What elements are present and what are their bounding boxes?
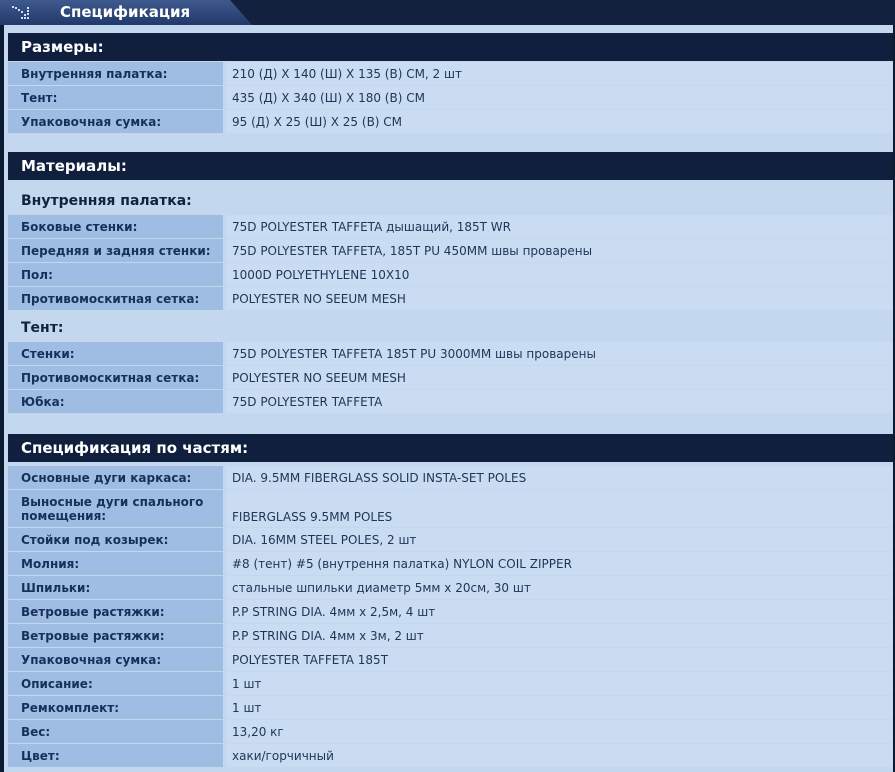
row-label: Боковые стенки:: [8, 215, 223, 238]
row-value: 75D POLYESTER TAFFETA 185T PU 3000MM швы…: [226, 342, 893, 365]
row-value: #8 (тент) #5 (внутрення палатка) NYLON C…: [226, 552, 893, 575]
row-value: DIA. 16MM STEEL POLES, 2 шт: [226, 528, 893, 551]
table-row: Упаковочная сумка: 95 (Д) X 25 (Ш) X 25 …: [8, 110, 893, 133]
row-value: FIBERGLASS 9.5MM POLES: [226, 490, 893, 527]
table-row: Противомоскитная сетка: POLYESTER NO SEE…: [8, 366, 893, 389]
table-row: Внутренняя палатка: 210 (Д) X 140 (Ш) X …: [8, 62, 893, 85]
spec-content: Размеры: Внутренняя палатка: 210 (Д) X 1…: [4, 25, 893, 772]
table-row: Основные дуги каркаса: DIA. 9.5MM FIBERG…: [8, 466, 893, 489]
row-label: Ветровые растяжки:: [8, 624, 223, 647]
row-value: DIA. 9.5MM FIBERGLASS SOLID INSTA-SET PO…: [226, 466, 893, 489]
table-row: Пол: 1000D POLYETHYLENE 10X10: [8, 263, 893, 286]
table-row: Молния: #8 (тент) #5 (внутрення палатка)…: [8, 552, 893, 575]
row-label: Тент:: [8, 86, 223, 109]
title-bar: Спецификация: [0, 0, 895, 25]
table-row: Противомоскитная сетка: POLYESTER NO SEE…: [8, 287, 893, 310]
row-label: Противомоскитная сетка:: [8, 366, 223, 389]
row-value: POLYESTER NO SEEUM MESH: [226, 366, 893, 389]
row-label: Упаковочная сумка:: [8, 648, 223, 671]
table-row: Стойки под козырек: DIA. 16MM STEEL POLE…: [8, 528, 893, 551]
subsection-title: Тент:: [21, 320, 64, 336]
row-value: 75D POLYESTER TAFFETA, 185T PU 450MM швы…: [226, 239, 893, 262]
row-label: Передняя и задняя стенки:: [8, 239, 223, 262]
row-label: Внутренняя палатка:: [8, 62, 223, 85]
row-value: 1 шт: [226, 696, 893, 719]
spec-panel: Спецификация Размеры: Внутренняя палатка…: [0, 0, 895, 772]
section-header-dimensions: Размеры:: [8, 33, 893, 61]
table-row: Упаковочная сумка: POLYESTER TAFFETA 185…: [8, 648, 893, 671]
row-value: P.P STRING DIA. 4мм х 2,5м, 4 шт: [226, 600, 893, 623]
table-row: Вес: 13,20 кг: [8, 720, 893, 743]
row-value: 95 (Д) X 25 (Ш) X 25 (В) СМ: [226, 110, 893, 133]
section-header-materials: Материалы:: [8, 152, 893, 180]
table-row: Ветровые растяжки: P.P STRING DIA. 4мм х…: [8, 600, 893, 623]
table-row: Цвет: хаки/горчичный: [8, 744, 893, 767]
table-row: Ветровые растяжки: P.P STRING DIA. 4мм х…: [8, 624, 893, 647]
row-value: 435 (Д) X 340 (Ш) X 180 (В) СМ: [226, 86, 893, 109]
table-row: Стенки: 75D POLYESTER TAFFETA 185T PU 30…: [8, 342, 893, 365]
row-label: Описание:: [8, 672, 223, 695]
row-value: 75D POLYESTER TAFFETA: [226, 390, 893, 413]
row-label: Выносные дуги спального помещения:: [8, 490, 223, 527]
row-value: POLYESTER TAFFETA 185T: [226, 648, 893, 671]
row-value: POLYESTER NO SEEUM MESH: [226, 287, 893, 310]
row-label: Шпильки:: [8, 576, 223, 599]
dotted-chart-icon: [12, 6, 29, 19]
row-label: Молния:: [8, 552, 223, 575]
row-label: Стенки:: [8, 342, 223, 365]
row-value: 1000D POLYETHYLENE 10X10: [226, 263, 893, 286]
row-value: 13,20 кг: [226, 720, 893, 743]
row-label: Вес:: [8, 720, 223, 743]
section-header-parts: Спецификация по частям:: [8, 434, 893, 462]
row-label: Упаковочная сумка:: [8, 110, 223, 133]
row-label: Ветровые растяжки:: [8, 600, 223, 623]
row-label: Противомоскитная сетка:: [8, 287, 223, 310]
row-value: стальные шпильки диаметр 5мм х 20см, 30 …: [226, 576, 893, 599]
row-value: P.P STRING DIA. 4мм х 3м, 2 шт: [226, 624, 893, 647]
row-value: хаки/горчичный: [226, 744, 893, 767]
title-tab: Спецификация: [0, 0, 252, 25]
row-label: Основные дуги каркаса:: [8, 466, 223, 489]
subsection-title: Внутренняя палатка:: [21, 193, 192, 209]
table-row: Описание: 1 шт: [8, 672, 893, 695]
table-row: Ремкомплект: 1 шт: [8, 696, 893, 719]
row-label: Стойки под козырек:: [8, 528, 223, 551]
row-label: Цвет:: [8, 744, 223, 767]
row-value: 210 (Д) X 140 (Ш) X 135 (В) СМ, 2 шт: [226, 62, 893, 85]
table-row: Шпильки: стальные шпильки диаметр 5мм х …: [8, 576, 893, 599]
table-row: Юбка: 75D POLYESTER TAFFETA: [8, 390, 893, 413]
page-title: Спецификация: [60, 3, 191, 21]
row-value: 1 шт: [226, 672, 893, 695]
row-label: Юбка:: [8, 390, 223, 413]
table-row: Передняя и задняя стенки: 75D POLYESTER …: [8, 239, 893, 262]
row-value: 75D POLYESTER TAFFETA дышащий, 185T WR: [226, 215, 893, 238]
row-label: Пол:: [8, 263, 223, 286]
table-row: Боковые стенки: 75D POLYESTER TAFFETA ды…: [8, 215, 893, 238]
table-row: Тент: 435 (Д) X 340 (Ш) X 180 (В) СМ: [8, 86, 893, 109]
table-row: Выносные дуги спального помещения: FIBER…: [8, 490, 893, 527]
row-label: Ремкомплект:: [8, 696, 223, 719]
